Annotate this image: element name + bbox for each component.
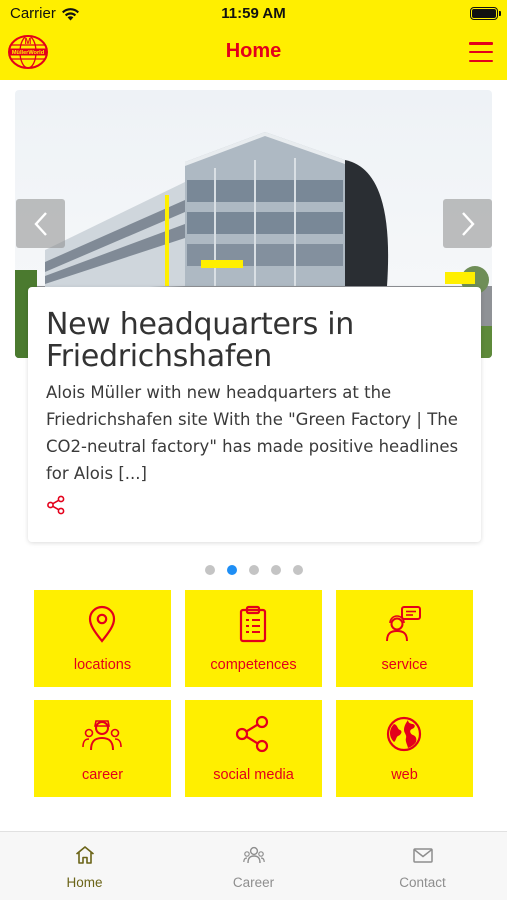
hamburger-menu-icon[interactable]: [469, 42, 493, 62]
tile-service[interactable]: service: [336, 590, 473, 687]
slider-dot[interactable]: [248, 565, 259, 575]
tile-label: career: [81, 767, 124, 783]
tab-contact[interactable]: Contact: [338, 832, 507, 900]
news-headline: New headquarters in Friedrichshafen: [46, 307, 355, 374]
slider-dot[interactable]: [204, 565, 215, 575]
logo-text: MüllerWorld: [12, 50, 45, 56]
tab-career[interactable]: Career: [169, 832, 338, 900]
news-teaser: Alois Müller with new headquarters at th…: [46, 383, 459, 483]
tab-home[interactable]: Home: [0, 832, 169, 900]
share-network-icon: [235, 715, 269, 753]
svg-text:M: M: [25, 37, 32, 46]
status-bar: Carrier 11:59 AM: [0, 0, 507, 28]
app-header: Carrier 11:59 AM MüllerWorld M Home: [0, 0, 507, 80]
bottom-tab-bar: Home Career Contact: [0, 831, 507, 900]
page-title: Home: [225, 40, 282, 62]
share-icon[interactable]: [46, 495, 66, 515]
slider-prev-button[interactable]: [16, 199, 65, 248]
tile-label: social media: [213, 767, 294, 783]
map-pin-icon: [88, 605, 116, 643]
tile-career[interactable]: career: [34, 700, 171, 797]
battery-icon: [470, 7, 501, 20]
slider-dot[interactable]: [270, 565, 281, 575]
status-time: 11:59 AM: [221, 5, 286, 22]
tile-social-media[interactable]: social media: [185, 700, 322, 797]
news-card[interactable]: New headquarters in Friedrichshafen Aloi…: [28, 287, 481, 542]
tile-label: locations: [73, 657, 132, 673]
tile-locations[interactable]: locations: [34, 590, 171, 687]
people-icon: [242, 846, 265, 864]
people-group-icon: [82, 720, 122, 751]
support-agent-icon: [386, 606, 421, 642]
slider-pagination: [0, 565, 507, 575]
slider-dot-active[interactable]: [226, 565, 237, 575]
tab-label: Contact: [399, 875, 446, 890]
tab-label: Career: [232, 875, 275, 890]
tile-label: competences: [210, 657, 297, 673]
slider-next-button[interactable]: [443, 199, 492, 248]
tile-web[interactable]: web: [336, 700, 473, 797]
chevron-right-icon: [461, 211, 475, 236]
envelope-icon: [412, 848, 433, 863]
company-logo[interactable]: MüllerWorld M: [7, 34, 49, 70]
tile-label: web: [391, 767, 418, 783]
tile-competences[interactable]: competences: [185, 590, 322, 687]
chevron-left-icon: [33, 211, 47, 236]
slider-dot[interactable]: [292, 565, 303, 575]
tab-label: Home: [66, 875, 103, 890]
globe-icon: [386, 716, 422, 752]
tile-label: service: [381, 657, 428, 673]
clipboard-icon: [239, 605, 267, 643]
home-icon: [75, 846, 94, 864]
